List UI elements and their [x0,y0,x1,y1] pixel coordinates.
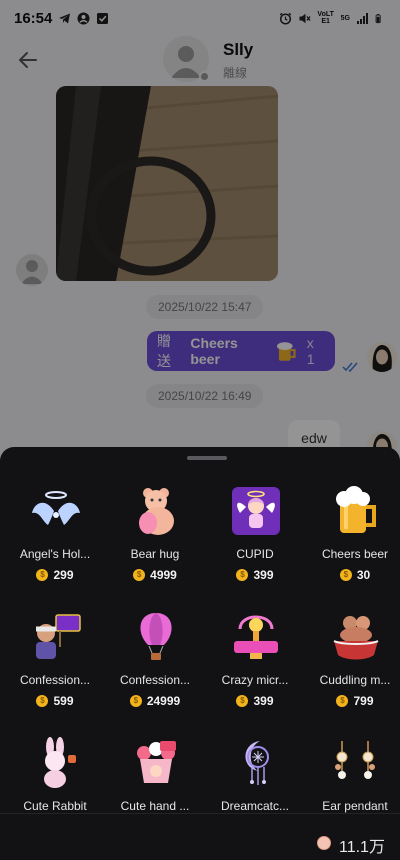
coin-icon: $ [339,569,352,581]
gift-name: Cheers beer [321,547,389,561]
dreamcatcher-icon [245,741,269,785]
sheet-drag-handle[interactable] [187,456,227,460]
gift-price-value: 399 [253,568,274,582]
beer-mug-icon [336,486,376,533]
gift-bouquet-icon [137,741,176,783]
coin-icon: $ [133,569,146,581]
gift-price-value: 599 [53,694,74,708]
gift-item[interactable]: Crazy micr... $399 [205,597,305,723]
gift-bottom-sheet: Angel's Hol... $299 Bear hug $4999 CUPID… [0,447,400,860]
gift-name: Confession... [119,673,191,687]
gift-price-value: 30 [356,568,371,582]
coin-icon: $ [129,695,142,707]
hot-air-balloon-icon [140,613,172,660]
bear-hug-icon [139,488,174,535]
gift-sheet-footer: 11.1万 [0,813,400,860]
rabbit-icon [44,737,76,788]
gift-name: Cute hand ... [120,799,190,813]
ear-pendant-icon [335,741,375,779]
coin-icon: $ [236,695,249,707]
gift-price: $399 [205,568,305,582]
gift-item[interactable]: Cuddling m... $799 [305,597,400,723]
gift-price-value: 24999 [146,694,181,708]
superstar-microphone-icon [234,615,278,659]
gift-price: $299 [5,568,105,582]
gift-price: $399 [205,694,305,708]
cuddling-monkeys-icon [333,616,379,660]
gift-name: Crazy micr... [221,673,289,687]
gift-price-value: 399 [253,694,274,708]
coin-icon: $ [36,695,49,707]
gift-name: Ear pendant [322,799,388,813]
balance-coin-icon [317,836,331,850]
coin-icon: $ [336,695,349,707]
gift-name: Cuddling m... [319,673,391,687]
chat-screen: 16:54 VoLTE1 5G Slly 離線 2025/10/22 15:47… [0,0,400,860]
gift-price-value: 799 [353,694,374,708]
gift-price: $599 [5,694,105,708]
coin-balance[interactable]: 11.1万 [339,833,385,857]
gift-price: $30 [305,568,400,582]
gift-price-value: 4999 [150,568,177,582]
gift-item[interactable]: Confession... $24999 [105,597,205,723]
gift-name: CUPID [236,547,274,561]
gift-price: $24999 [105,694,205,708]
coin-icon: $ [236,569,249,581]
gift-price: $799 [305,694,400,708]
gift-item[interactable]: CUPID $399 [205,471,305,597]
gift-item[interactable]: Angel's Hol... $299 [5,471,105,597]
gift-item[interactable]: Confession... $599 [5,597,105,723]
gift-price: $4999 [105,568,205,582]
gift-item[interactable]: Bear hug $4999 [105,471,205,597]
cupid-icon [232,487,280,535]
gift-name: Angel's Hol... [19,547,91,561]
gift-name: Confession... [19,673,91,687]
gift-name: Bear hug [130,547,180,561]
gift-name: Cute Rabbit [23,799,87,813]
gift-name: Dreamcatc... [220,799,289,813]
gift-price-value: 299 [53,568,74,582]
coin-icon: $ [36,569,49,581]
angel-wings-halo-icon [32,491,80,525]
confession-sign-icon [36,614,81,659]
gift-item[interactable]: Cheers beer $30 [305,471,400,597]
